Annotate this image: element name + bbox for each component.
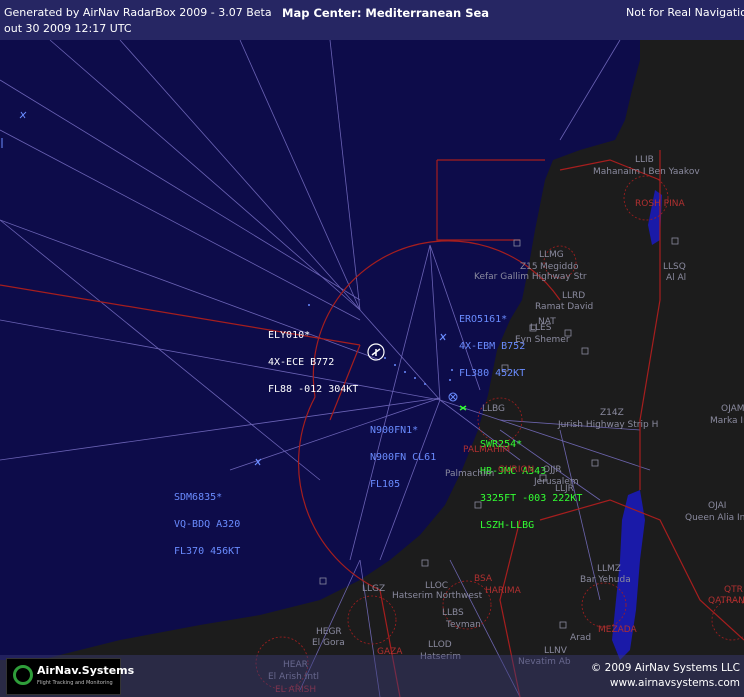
navigation-warning: Not for Real Navigation	[626, 6, 744, 19]
flight-label-ely010[interactable]: ELY010* 4X-ECE B772 FL88 -012 304KT	[268, 313, 358, 403]
waypoint-label: Z15	[520, 262, 538, 272]
flight-label-sdm6835[interactable]: SDM6835* VQ-BDQ A320 FL370 456KT	[174, 475, 240, 565]
place-label: Eyn Shemer	[515, 335, 570, 345]
place-label: Hatserim Northwest	[392, 591, 483, 601]
place-label: Ramat David	[535, 302, 594, 312]
airnav-ring-icon	[13, 665, 33, 685]
airport-label[interactable]: LLSQ	[663, 262, 686, 272]
place-label: HARIMA	[485, 586, 521, 596]
flight-altitude-speed: FL370 456KT	[174, 546, 241, 557]
airport-label[interactable]: OJAM	[721, 404, 744, 414]
aircraft-ero5161-icon	[439, 333, 447, 341]
flight-altitude-speed: FL88 -012 304KT	[268, 384, 359, 395]
place-label: MEZADA	[598, 625, 637, 635]
flight-label-n900fn1[interactable]: N900FN1* N900FN CL61 FL105	[370, 408, 436, 498]
airport-label[interactable]: LLIB	[635, 155, 654, 165]
airport-label[interactable]: LLJR	[555, 484, 574, 494]
flight-registration: VQ-BDQ A320	[174, 519, 241, 530]
place-label: BSA	[474, 574, 493, 584]
place-label: Bar Yehuda	[580, 575, 631, 585]
place-label: Al Al	[666, 273, 687, 283]
airport-label[interactable]: LLBS	[442, 608, 464, 618]
airport-label[interactable]: OJAI	[708, 501, 726, 511]
flight-altitude-speed: FL380 452KT	[459, 368, 526, 379]
generated-by-text: Generated by AirNav RadarBox 2009 - 3.07…	[4, 6, 272, 19]
airport-label[interactable]: LLOC	[425, 581, 448, 591]
timestamp-text: out 30 2009 12:17 UTC	[4, 22, 132, 35]
flight-route: LSZH-LLBG	[480, 520, 535, 531]
flight-altitude-speed: 3325FT -003 222KT	[480, 493, 583, 504]
flight-callsign: ELY010*	[268, 330, 311, 341]
aircraft-sdm6835-icon	[254, 458, 262, 466]
place-label: Arad	[570, 633, 592, 643]
place-label: Teyman	[446, 620, 481, 630]
flight-callsign: N900FN1*	[370, 425, 419, 436]
airport-label[interactable]: LLRD	[562, 291, 585, 301]
place-label: ROSH PINA	[635, 199, 685, 209]
place-label: Queen Alia Int	[685, 513, 744, 523]
place-label: Marka In	[710, 416, 744, 426]
place-label: Mahanaim I Ben Yaakov	[593, 167, 700, 177]
copyright-text: © 2009 AirNav Systems LLC	[590, 662, 740, 674]
airport-label[interactable]: OJJR	[543, 465, 562, 475]
flight-callsign: SDM6835*	[174, 492, 223, 503]
flight-registration: N900FN CL61	[370, 452, 437, 463]
flight-registration: 4X-ECE B772	[268, 357, 335, 368]
flight-altitude-speed: FL105	[370, 479, 401, 490]
place-label: QATRANI	[708, 596, 744, 606]
place-label: Jurish Highway Strip H	[558, 420, 659, 430]
place-label: PALMAHIM	[463, 445, 511, 455]
place-label: El Gora	[312, 638, 345, 648]
place-label: QTR	[724, 585, 743, 595]
airport-label[interactable]: LLGZ	[362, 584, 385, 594]
logo-name: AirNav.Systems	[37, 664, 135, 677]
airport-label[interactable]: LLOD	[428, 640, 452, 650]
logo-tagline: Flight Tracking and Monitoring	[37, 680, 113, 686]
aircraft-ely010-icon	[367, 343, 385, 361]
airport-label[interactable]: LLBG	[482, 404, 505, 414]
airnav-logo[interactable]: AirNav.Systems Flight Tracking and Monit…	[6, 658, 134, 695]
website-link[interactable]: www.airnavsystems.com	[610, 677, 740, 689]
airport-label[interactable]: LLMZ	[597, 564, 621, 574]
place-label: Kefar Gallim Highway Str	[474, 272, 587, 282]
aircraft-n900fn-icon	[448, 392, 458, 402]
place-label: NAT	[538, 317, 556, 327]
airport-label[interactable]: LLMG	[539, 250, 564, 260]
place-label: HEGR	[316, 627, 342, 637]
place-label: GURION	[498, 465, 535, 475]
waypoint-label: Z14Z	[600, 408, 624, 418]
map-center-title: Map Center: Mediterranean Sea	[282, 6, 490, 20]
flight-callsign: ERO5161*	[459, 314, 508, 325]
place-label: Megiddo	[540, 262, 579, 272]
place-label: Palmachim	[445, 469, 495, 479]
aircraft-unknown-icon	[19, 111, 27, 119]
